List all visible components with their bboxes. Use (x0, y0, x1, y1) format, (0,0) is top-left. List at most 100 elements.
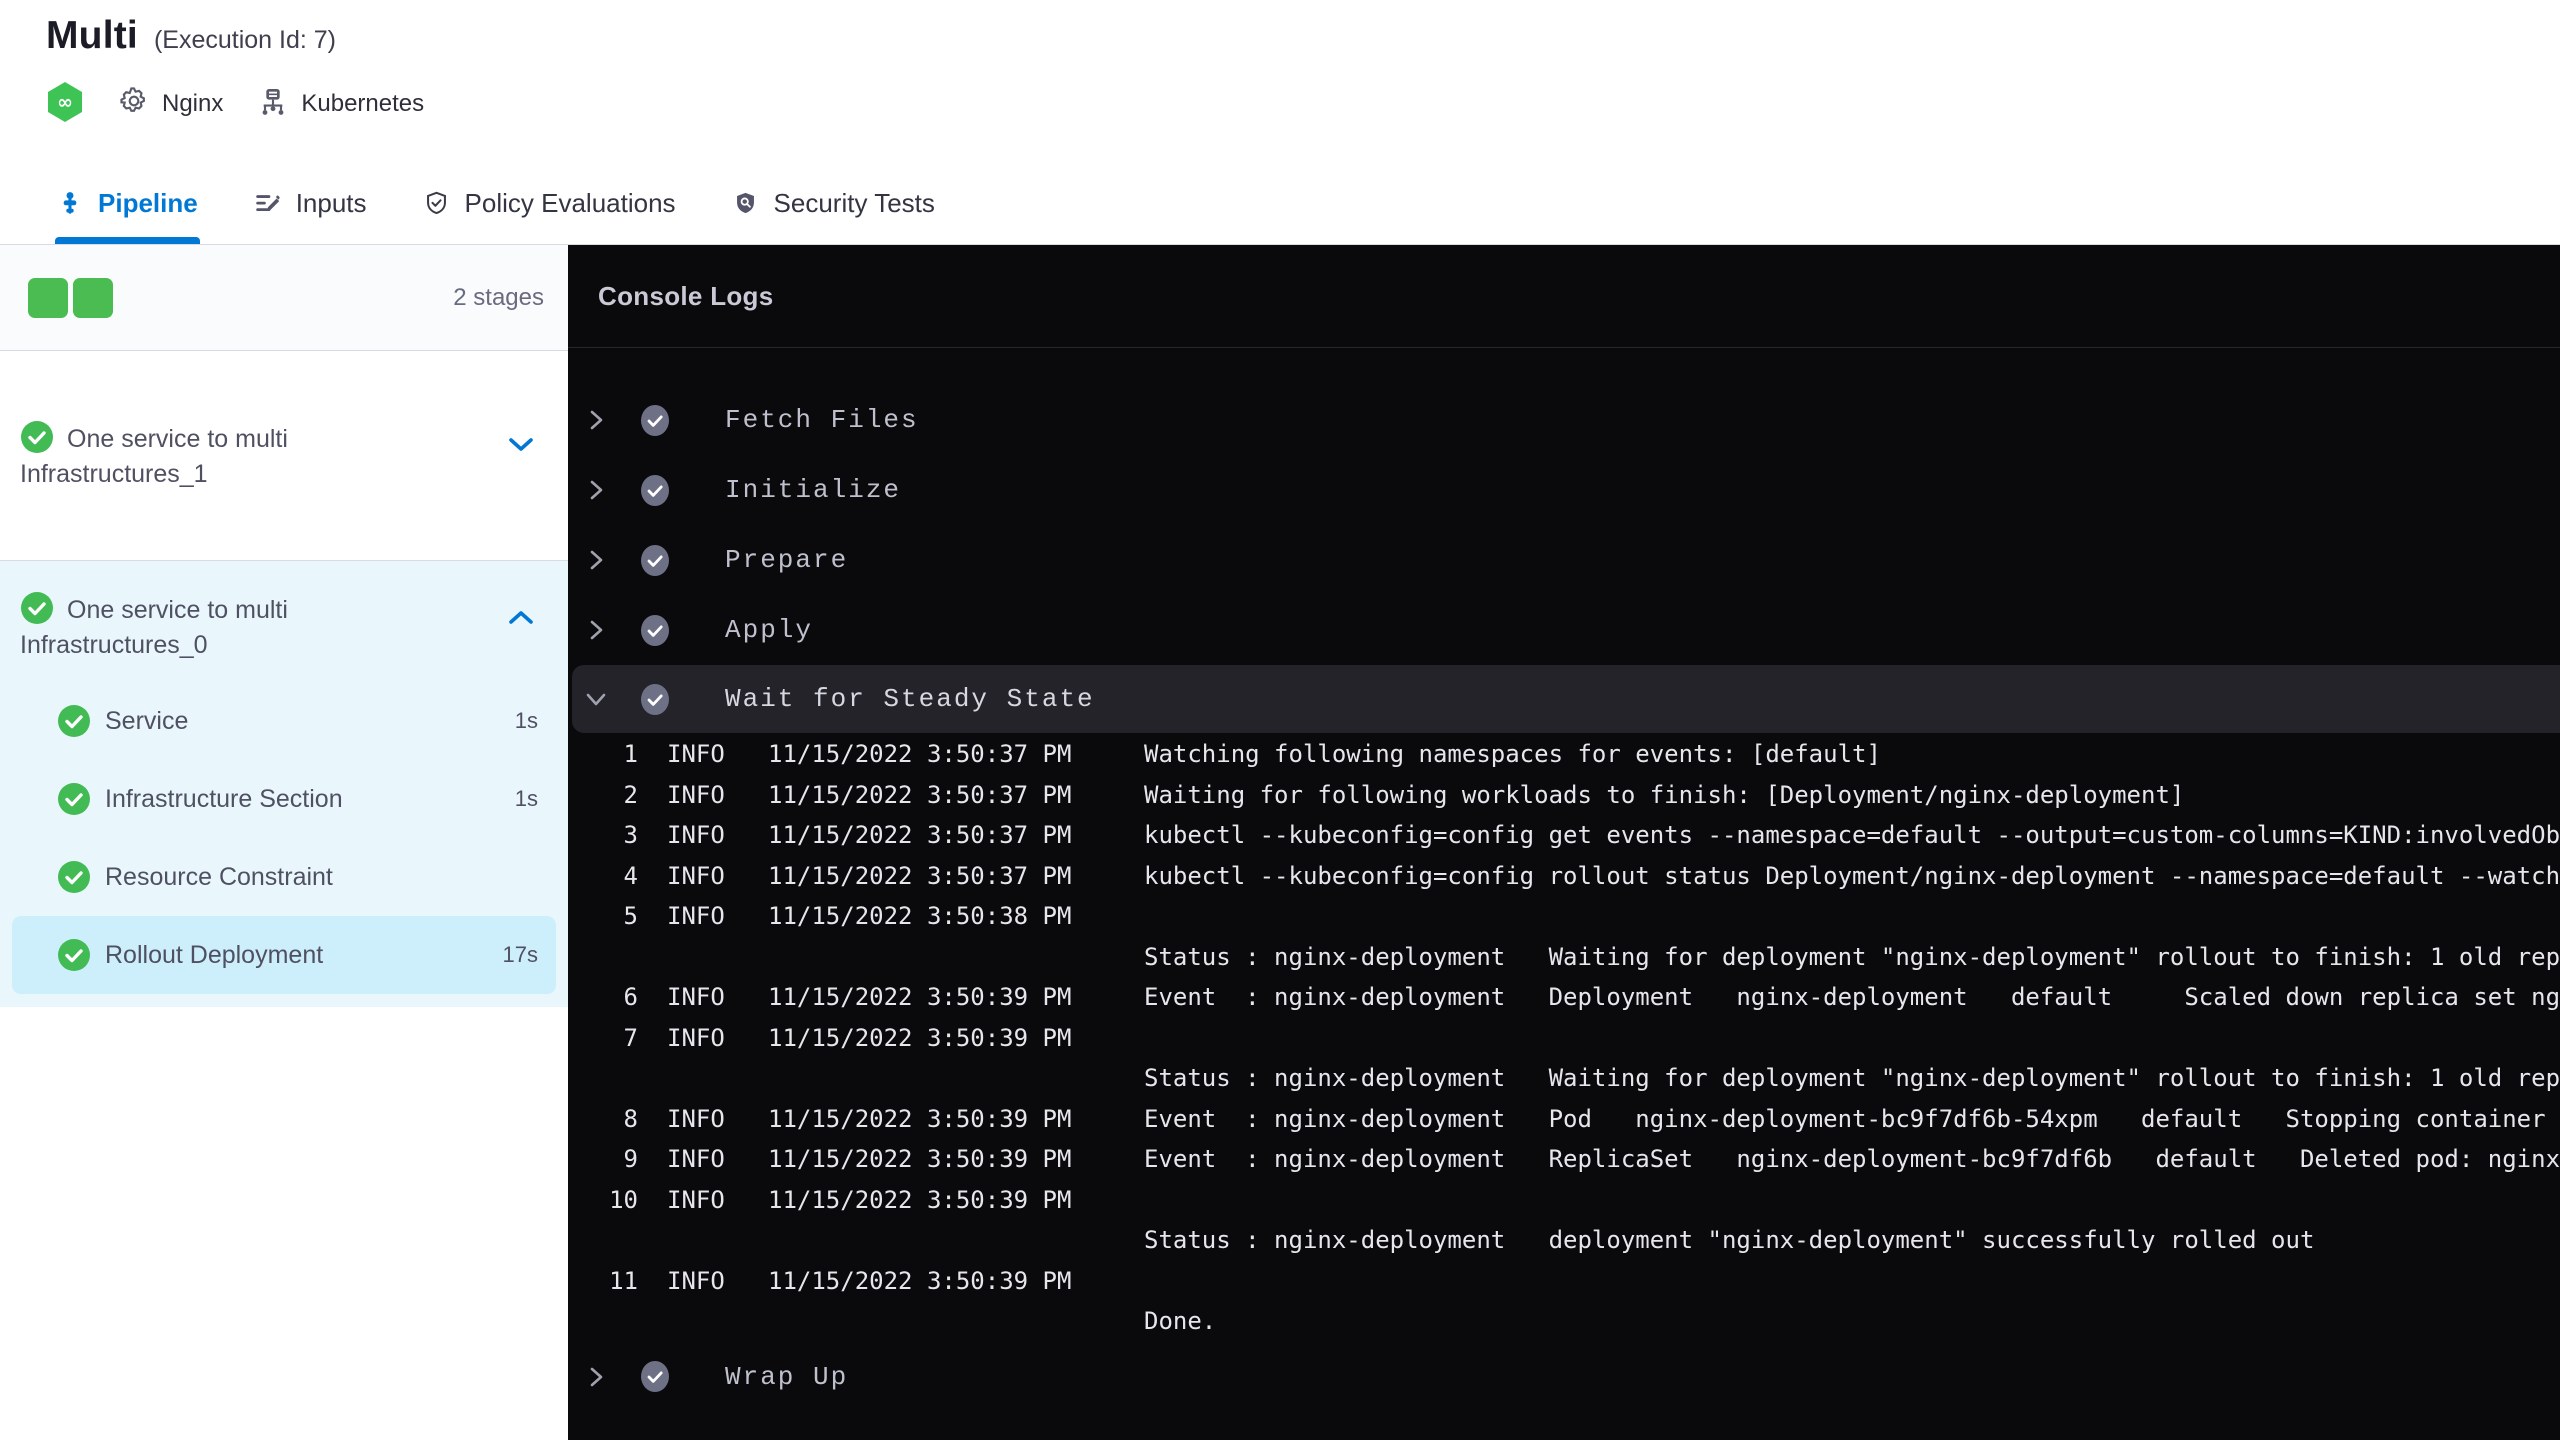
chevron-right-icon[interactable] (585, 409, 607, 431)
tab-policy-evaluations-label: Policy Evaluations (464, 188, 676, 218)
log-line: 1 INFO 11/15/2022 3:50:37 PM Watching fo… (568, 734, 2560, 775)
log-timestamp: 11/15/2022 3:50:39 PM (768, 1266, 1072, 1295)
stage-header[interactable]: One service to multi Infrastructures_0 (0, 561, 568, 663)
step-label: Infrastructure Section (105, 784, 343, 813)
log-line-number: 10 (609, 1185, 638, 1214)
tab-policy-evaluations[interactable]: Policy Evaluations (421, 163, 678, 244)
stage-label: One service to multi Infrastructures_0 (20, 591, 350, 663)
log-line-number: 5 (623, 902, 638, 931)
tab-inputs[interactable]: Inputs (252, 163, 369, 244)
log-message: Waiting for following workloads to finis… (1144, 780, 2185, 809)
stage-status-square-1[interactable] (28, 277, 68, 318)
log-timestamp: 11/15/2022 3:50:39 PM (768, 1023, 1072, 1052)
stage-status-square-2[interactable] (73, 277, 113, 318)
log-line: 11 INFO 11/15/2022 3:50:39 PM (568, 1261, 2560, 1302)
page-title: Multi (46, 14, 138, 57)
tab-pipeline-label: Pipeline (98, 188, 198, 218)
log-message: Watching following namespaces for events… (1144, 740, 1881, 769)
pipeline-stages-sidebar: 2 stages One service to multi Infrastruc… (0, 245, 568, 1440)
log-message: Status : nginx-deployment deployment "ng… (1144, 1226, 2315, 1255)
infrastructure-name: Kubernetes (301, 90, 425, 117)
console-step-fetch-files[interactable]: Fetch Files (568, 385, 2560, 455)
console-step-label: Apply (725, 615, 814, 645)
log-line-number: 11 (609, 1266, 638, 1295)
log-line-number: 1 (623, 740, 638, 769)
console-step-initialize[interactable]: Initialize (568, 455, 2560, 525)
step-label: Rollout Deployment (105, 940, 324, 969)
log-level: INFO (667, 902, 725, 931)
service-name: Nginx (162, 90, 224, 117)
log-message: Status : nginx-deployment Waiting for de… (1144, 1064, 2560, 1093)
step-label: Resource Constraint (105, 862, 333, 891)
gear-icon (118, 85, 150, 124)
chevron-right-icon[interactable] (585, 549, 607, 571)
log-line: Done. (568, 1301, 2560, 1342)
security-shield-icon (736, 192, 754, 214)
log-message: Event : nginx-deployment ReplicaSet ngin… (1144, 1145, 2560, 1174)
svg-text:∞: ∞ (57, 91, 73, 113)
console-logs-panel: Console Logs Fetch Files Initialize Prep… (568, 245, 2560, 1440)
stage-label: One service to multi Infrastructures_1 (20, 420, 350, 492)
kubernetes-icon (257, 85, 289, 124)
chevron-down-icon[interactable] (508, 436, 534, 457)
success-check-icon (21, 420, 53, 453)
step-duration: 17s (502, 942, 538, 967)
log-level: INFO (667, 1023, 725, 1052)
chevron-right-icon[interactable] (585, 619, 607, 641)
chevron-up-icon[interactable] (508, 609, 534, 630)
console-step-wrap-up[interactable]: Wrap Up (568, 1342, 2560, 1412)
success-check-icon (21, 592, 53, 624)
tab-pipeline[interactable]: Pipeline (55, 163, 200, 244)
log-line-number: 9 (623, 1145, 638, 1174)
step-item-resource-constraint[interactable]: Resource Constraint (0, 838, 568, 916)
success-check-icon (58, 705, 90, 737)
title-row: Multi (Execution Id: 7) (46, 14, 2560, 58)
log-line: Status : nginx-deployment Waiting for de… (568, 1058, 2560, 1099)
log-level: INFO (667, 861, 725, 890)
console-step-wait-for-steady-state[interactable]: Wait for Steady State (572, 665, 2560, 733)
log-line-number: 3 (623, 821, 638, 850)
log-line: Status : nginx-deployment Waiting for de… (568, 937, 2560, 978)
console-step-list: Fetch Files Initialize Prepare Apply Wai… (568, 348, 2560, 1412)
success-check-icon (58, 783, 90, 815)
log-line-number: 6 (623, 983, 638, 1012)
step-item-rollout-deployment[interactable]: Rollout Deployment 17s (12, 916, 556, 994)
step-item-infrastructure-section[interactable]: Infrastructure Section 1s (0, 760, 568, 838)
log-timestamp: 11/15/2022 3:50:37 PM (768, 861, 1072, 890)
step-success-icon (641, 544, 669, 576)
console-step-label: Fetch Files (725, 405, 919, 435)
log-line: 6 INFO 11/15/2022 3:50:39 PM Event : ngi… (568, 977, 2560, 1018)
log-timestamp: 11/15/2022 3:50:37 PM (768, 740, 1072, 769)
step-item-service[interactable]: Service 1s (0, 682, 568, 760)
log-level: INFO (667, 1104, 725, 1133)
stage-count-label: 2 stages (453, 283, 544, 311)
step-label: Service (105, 706, 189, 735)
log-line-number: 7 (623, 1023, 638, 1052)
tab-security-tests[interactable]: Security Tests (730, 163, 937, 244)
pipeline-icon (63, 191, 77, 214)
console-step-prepare[interactable]: Prepare (568, 525, 2560, 595)
log-line: 9 INFO 11/15/2022 3:50:39 PM Event : ngi… (568, 1139, 2560, 1180)
stage-item-infrastructures-0-expanded: One service to multi Infrastructures_0 S… (0, 561, 568, 1007)
console-step-label: Prepare (725, 545, 849, 575)
step-duration: 1s (514, 786, 538, 811)
log-line-number: 2 (623, 780, 638, 809)
step-success-icon (641, 404, 669, 436)
log-message: Event : nginx-deployment Pod nginx-deplo… (1144, 1104, 2546, 1133)
service-chip[interactable]: Nginx (118, 85, 223, 124)
chevron-right-icon[interactable] (585, 479, 607, 501)
console-step-apply[interactable]: Apply (568, 595, 2560, 665)
log-line: 3 INFO 11/15/2022 3:50:37 PM kubectl --k… (568, 815, 2560, 856)
console-log-lines: 1 INFO 11/15/2022 3:50:37 PM Watching fo… (568, 733, 2560, 1342)
chevron-down-icon[interactable] (585, 691, 607, 707)
log-timestamp: 11/15/2022 3:50:39 PM (768, 983, 1072, 1012)
chevron-right-icon[interactable] (585, 1366, 607, 1388)
log-line: Status : nginx-deployment deployment "ng… (568, 1220, 2560, 1261)
inputs-icon (255, 195, 280, 212)
infrastructure-chip[interactable]: Kubernetes (257, 85, 424, 124)
log-timestamp: 11/15/2022 3:50:39 PM (768, 1145, 1072, 1174)
log-message: Status : nginx-deployment Waiting for de… (1144, 942, 2560, 971)
log-line-number: 4 (623, 861, 638, 890)
stage-item-infrastructures-1[interactable]: One service to multi Infrastructures_1 (0, 351, 568, 561)
console-step-label: Wait for Steady State (725, 684, 1095, 714)
